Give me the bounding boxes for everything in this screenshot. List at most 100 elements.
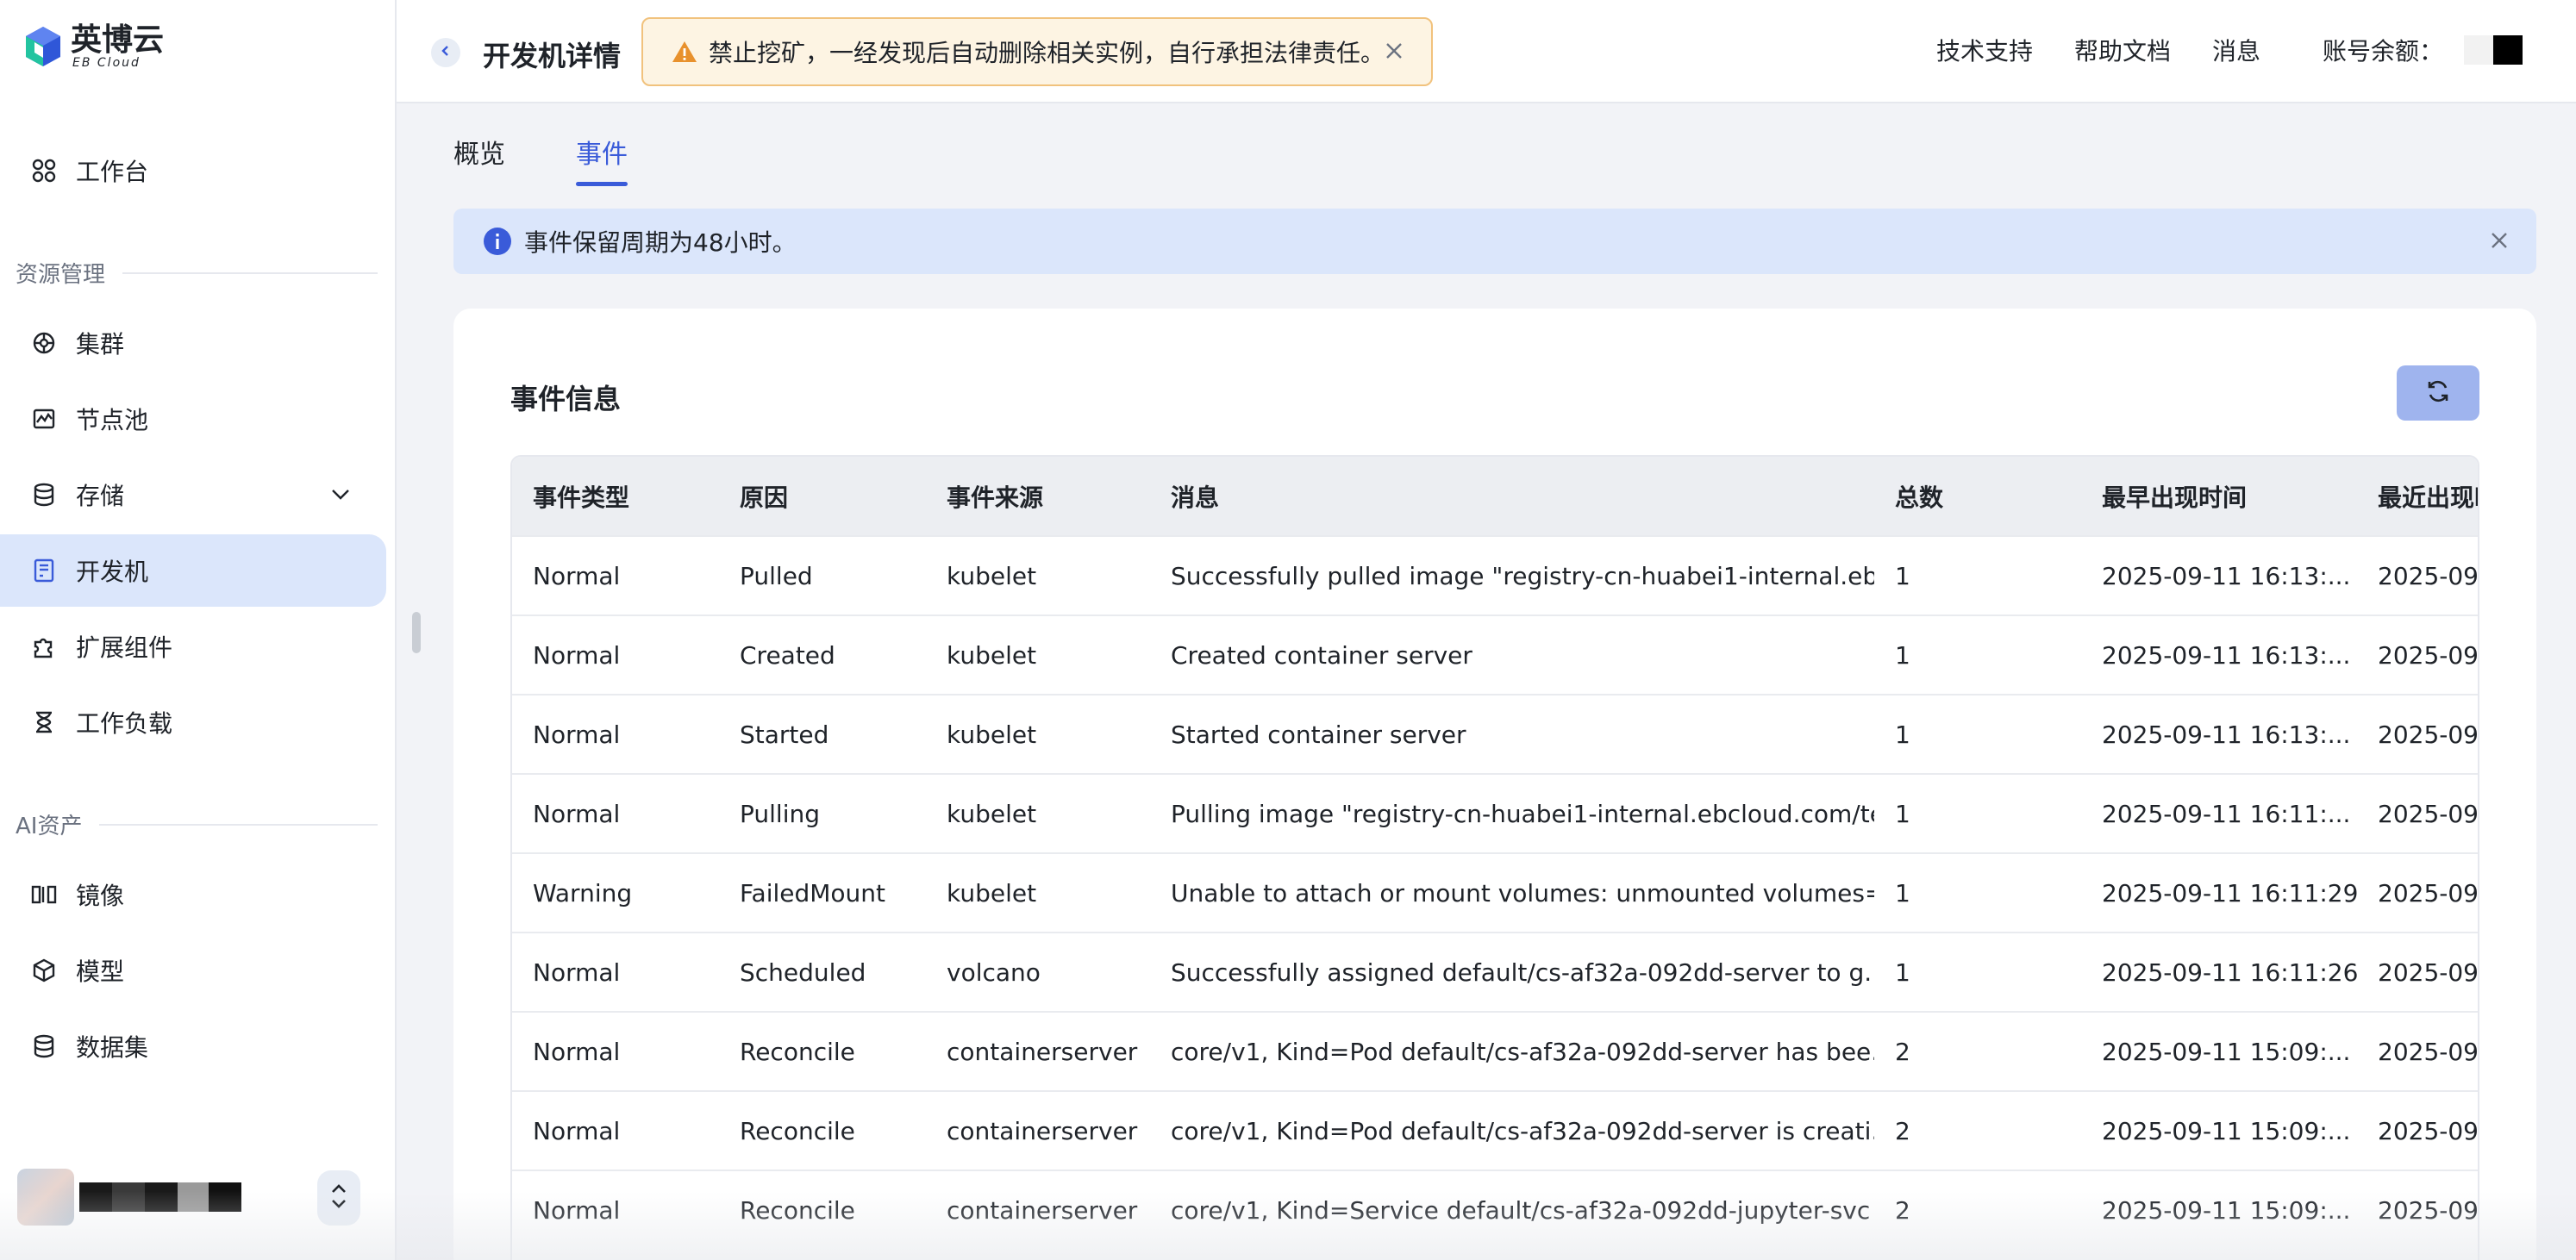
event-message: core/v1, Kind=Service default/cs-af32a-0… xyxy=(1150,1170,1874,1250)
user-menu-toggle[interactable] xyxy=(317,1170,360,1226)
link-tech-support[interactable]: 技术支持 xyxy=(1936,33,2033,67)
event-message: Unable to attach or mount volumes: unmou… xyxy=(1150,852,1874,933)
info-alert-text: 事件保留周期为48小时。 xyxy=(524,228,797,257)
grid-icon xyxy=(31,158,57,184)
table-row: Normal Pulled kubelet Successfully pulle… xyxy=(512,535,2478,615)
brand-name-en: EB Cloud xyxy=(72,56,141,70)
account-balance[interactable]: 账号余额： xyxy=(2323,33,2576,67)
column-header: 事件类型 xyxy=(512,457,719,536)
brand-name: 英博云 xyxy=(71,22,165,58)
close-icon[interactable] xyxy=(1383,40,1405,68)
avatar xyxy=(17,1169,74,1226)
event-source: containerserver xyxy=(926,1090,1150,1170)
link-help-docs[interactable]: 帮助文档 xyxy=(2074,33,2171,67)
event-type: Normal xyxy=(512,1090,719,1170)
event-source: kubelet xyxy=(926,535,1150,615)
page-title: 开发机详情 xyxy=(483,40,622,72)
event-count: 1 xyxy=(1874,694,2081,774)
event-last-seen: 2025-09 xyxy=(2357,1170,2478,1250)
image-icon xyxy=(31,882,57,908)
sidebar-item-workloads[interactable]: 工作负载 xyxy=(0,686,386,758)
event-count: 1 xyxy=(1874,535,2081,615)
event-last-seen: 2025-09 xyxy=(2357,1011,2478,1091)
events-table: 事件类型 原因 事件来源 消息 总数 最早出现时间 最近出现时间 Normal … xyxy=(510,455,2479,1260)
chevron-down-icon[interactable] xyxy=(329,483,352,511)
event-first-seen: 2025-09-11 15:09:... xyxy=(2081,1090,2357,1170)
sidebar-item-label: 开发机 xyxy=(76,558,149,586)
event-reason: Started xyxy=(719,694,926,774)
event-count: 1 xyxy=(1874,614,2081,695)
sidebar-item-images[interactable]: 镜像 xyxy=(0,858,386,931)
sidebar-item-cluster[interactable]: 集群 xyxy=(0,307,386,379)
sidebar-resize-handle[interactable] xyxy=(412,612,421,653)
refresh-button[interactable] xyxy=(2397,365,2479,421)
event-last-seen: 2025-09 xyxy=(2357,852,2478,933)
sidebar-item-extensions[interactable]: 扩展组件 xyxy=(0,610,386,683)
event-first-seen: 2025-09-11 16:13:... xyxy=(2081,535,2357,615)
event-count: 2 xyxy=(1874,1090,2081,1170)
event-reason: Scheduled xyxy=(719,932,926,1012)
event-source: kubelet xyxy=(926,852,1150,933)
table-row: Normal Pulling kubelet Pulling image "re… xyxy=(512,773,2478,853)
info-alert: 事件保留周期为48小时。 xyxy=(453,209,2536,274)
sidebar-item-label: 工作台 xyxy=(76,158,149,186)
event-source: containerserver xyxy=(926,1011,1150,1091)
event-last-seen: 2025-09 xyxy=(2357,773,2478,853)
brand-logo[interactable]: 英博云 EB Cloud xyxy=(24,24,164,69)
table-row: Normal Reconcile containerserver core/v1… xyxy=(512,1170,2478,1250)
table-row: Normal Started kubelet Started container… xyxy=(512,694,2478,774)
sidebar-item-models[interactable]: 模型 xyxy=(0,934,386,1007)
sidebar-item-storage[interactable]: 存储 xyxy=(0,458,386,531)
cluster-icon xyxy=(31,330,57,356)
devmachine-icon xyxy=(31,558,57,583)
sidebar: 英博云 EB Cloud 工作台 资源管理 集群 节点池 存储 开发机 扩展组件… xyxy=(0,0,397,1260)
event-count: 1 xyxy=(1874,852,2081,933)
event-count: 1 xyxy=(1874,773,2081,853)
puzzle-icon xyxy=(31,633,57,659)
event-first-seen: 2025-09-11 16:11:... xyxy=(2081,773,2357,853)
column-header: 事件来源 xyxy=(926,457,1150,536)
database-icon xyxy=(31,1033,57,1059)
sidebar-item-label: 模型 xyxy=(76,957,125,986)
back-button[interactable] xyxy=(431,38,460,67)
event-last-seen: 2025-09 xyxy=(2357,535,2478,615)
refresh-icon xyxy=(2425,378,2451,408)
info-icon xyxy=(483,227,512,256)
topbar: 开发机详情 禁止挖矿，一经发现后自动删除相关实例，自行承担法律责任。 技术支持 … xyxy=(397,0,2576,103)
sidebar-item-devmachine[interactable]: 开发机 xyxy=(0,534,386,607)
table-row: Normal Reconcile containerserver core/v1… xyxy=(512,1011,2478,1091)
top-links: 技术支持 帮助文档 消息 账号余额： xyxy=(1936,33,2576,67)
tab-overview[interactable]: 概览 xyxy=(453,133,505,186)
event-count: 2 xyxy=(1874,1170,2081,1250)
sidebar-item-datasets[interactable]: 数据集 xyxy=(0,1010,386,1082)
sidebar-item-label: 镜像 xyxy=(76,882,125,910)
event-type: Normal xyxy=(512,1170,719,1250)
table-row: Normal Reconcile containerserver core/v1… xyxy=(512,1090,2478,1170)
event-first-seen: 2025-09-11 15:09:... xyxy=(2081,1170,2357,1250)
link-messages[interactable]: 消息 xyxy=(2212,33,2260,67)
sidebar-item-label: 存储 xyxy=(76,482,125,510)
event-last-seen: 2025-09 xyxy=(2357,1090,2478,1170)
table-row: Normal Created kubelet Created container… xyxy=(512,614,2478,695)
balance-redacted-2 xyxy=(2493,35,2523,65)
user-profile[interactable] xyxy=(17,1167,362,1227)
events-card: 事件信息 事件类型 原因 事件来源 消息 总数 最早出现时间 最近出现时间 xyxy=(453,309,2536,1260)
close-icon[interactable] xyxy=(2488,229,2510,258)
sidebar-item-nodepool[interactable]: 节点池 xyxy=(0,383,386,455)
sidebar-item-label: 集群 xyxy=(76,330,125,359)
warning-icon xyxy=(671,40,698,64)
sidebar-item-workbench[interactable]: 工作台 xyxy=(0,134,386,207)
event-count: 2 xyxy=(1874,1011,2081,1091)
event-type: Warning xyxy=(512,852,719,933)
event-first-seen: 2025-09-11 16:11:26 xyxy=(2081,932,2357,1012)
event-reason: Pulling xyxy=(719,773,926,853)
event-type: Normal xyxy=(512,535,719,615)
event-source: kubelet xyxy=(926,773,1150,853)
sidebar-item-label: 节点池 xyxy=(76,406,149,434)
warning-text: 禁止挖矿，一经发现后自动删除相关实例，自行承担法律责任。 xyxy=(709,39,1385,67)
event-reason: Created xyxy=(719,614,926,695)
sidebar-item-label: 扩展组件 xyxy=(76,633,173,662)
tab-events[interactable]: 事件 xyxy=(576,133,628,186)
event-reason: Pulled xyxy=(719,535,926,615)
event-type: Normal xyxy=(512,773,719,853)
